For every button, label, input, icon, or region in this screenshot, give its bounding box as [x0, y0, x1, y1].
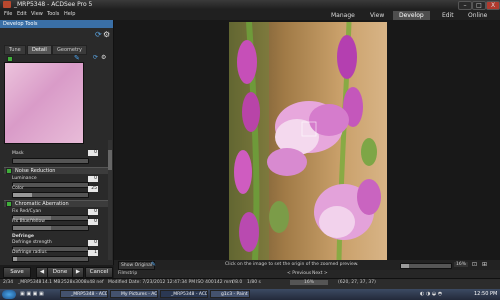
- show-original-button[interactable]: Show Original: [118, 261, 156, 270]
- fit-icon[interactable]: ⊡: [472, 261, 477, 268]
- shutter-speed: 1/80 s: [247, 280, 261, 285]
- detail-preview-window[interactable]: [4, 62, 84, 144]
- image-index: 2/34: [3, 280, 14, 285]
- blue-yellow-label: Fix Blue/Yellow: [12, 219, 45, 224]
- chromatic-aberration-checkbox[interactable]: [6, 201, 12, 207]
- menu-tools[interactable]: Tools: [47, 11, 59, 17]
- window-title: _MRP5348 - ACDSee Pro 5: [14, 1, 93, 8]
- taskbar-item-paint[interactable]: g1c3 - Paint: [210, 290, 250, 298]
- defringe-title: Defringe: [12, 234, 34, 239]
- defringe-strength-value[interactable]: 0: [88, 240, 98, 246]
- maximize-button[interactable]: □: [472, 1, 486, 10]
- flower-photo[interactable]: [229, 22, 387, 260]
- modified-date: Modified Date: 7/23/2012 12:47:34 PM: [108, 280, 196, 285]
- iso-value: ISO 400: [196, 280, 214, 285]
- taskbar-item-mypictures[interactable]: My Pictures - ACDSee ...: [110, 290, 158, 298]
- color-label: Color: [12, 186, 24, 191]
- zoom-indicator: 16%: [290, 280, 329, 285]
- start-button[interactable]: [2, 290, 16, 299]
- blue-yellow-value[interactable]: 0: [88, 219, 98, 225]
- tab-geometry[interactable]: Geometry: [52, 45, 87, 55]
- zoom-level[interactable]: 16%: [454, 262, 469, 267]
- taskbar-item-acdsee-2[interactable]: _MRP5348 - ACDSee ...: [160, 290, 208, 298]
- defringe-radius-slider[interactable]: [12, 256, 89, 262]
- file-size: 14.1 MB: [42, 280, 61, 285]
- red-cyan-value[interactable]: 0: [88, 209, 98, 215]
- settings-small-icon[interactable]: ⚙: [101, 54, 106, 61]
- filmstrip-label[interactable]: Filmstrip: [118, 271, 137, 276]
- actual-size-icon[interactable]: ⊞: [482, 261, 487, 268]
- viewer-hint: Click on the image to set the origin of …: [225, 262, 359, 267]
- taskbar-item-acdsee-1[interactable]: _MRP5348 - ACDSee ...: [60, 290, 108, 298]
- menu-view[interactable]: View: [31, 11, 43, 17]
- aperture: f/8.0: [232, 280, 243, 285]
- tab-tune[interactable]: Tune: [4, 45, 26, 55]
- image-dimensions: 2528x3008x48 nef: [61, 280, 104, 285]
- noise-reduction-checkbox[interactable]: [6, 168, 12, 174]
- chromatic-aberration-section[interactable]: Chromatic Aberration: [4, 200, 108, 207]
- mask-label: Mask: [12, 151, 24, 156]
- image-filename: _MRP5348: [18, 280, 42, 285]
- tab-detail[interactable]: Detail: [27, 45, 52, 55]
- menu-help[interactable]: Help: [64, 11, 75, 17]
- previous-image-button[interactable]: < Previous: [287, 271, 311, 276]
- luminance-label: Luminance: [12, 176, 37, 181]
- panel-header: Develop Tools: [0, 20, 113, 28]
- defringe-radius-label: Defringe radius: [12, 250, 47, 255]
- color-slider[interactable]: [12, 192, 89, 198]
- close-button[interactable]: X: [486, 1, 500, 10]
- pen-tool-icon[interactable]: ✎: [151, 261, 156, 268]
- menu-edit[interactable]: Edit: [17, 11, 27, 17]
- chromatic-aberration-title: Chromatic Aberration: [15, 201, 69, 207]
- color-value[interactable]: 25: [88, 186, 98, 192]
- red-cyan-label: Fix Red/Cyan: [12, 209, 42, 214]
- refresh-small-icon[interactable]: ⟳: [93, 54, 98, 61]
- defringe-radius-value[interactable]: 1: [88, 250, 98, 256]
- mask-slider[interactable]: [12, 158, 89, 164]
- blue-yellow-slider[interactable]: [12, 225, 89, 231]
- gear-icon[interactable]: ⚙: [103, 30, 110, 39]
- acdsee-app-icon: [3, 1, 11, 8]
- tray-icons[interactable]: ◐ ◑ ◒ ◓: [420, 291, 442, 297]
- done-button[interactable]: Done: [47, 267, 73, 278]
- luminance-value[interactable]: 0: [88, 176, 98, 182]
- pixel-coords: (620, 27, 37, 37): [338, 280, 376, 285]
- menu-file[interactable]: File: [4, 11, 12, 17]
- noise-reduction-section[interactable]: Noise Reduction: [4, 167, 108, 174]
- cancel-button[interactable]: Cancel: [85, 267, 113, 278]
- quicklaunch-icons[interactable]: ▣ ▣ ▣ ▣: [20, 291, 44, 297]
- next-image-button[interactable]: Next >: [312, 271, 328, 276]
- focal-length: 142 mm: [214, 280, 233, 285]
- minimize-button[interactable]: –: [458, 1, 472, 10]
- pen-icon[interactable]: ✎: [74, 54, 80, 62]
- mask-value[interactable]: 0: [88, 150, 98, 156]
- refresh-icon[interactable]: ⟳: [95, 30, 102, 39]
- save-button[interactable]: Save: [3, 267, 31, 278]
- panel-scrollbar-thumb[interactable]: [108, 150, 112, 170]
- clock: 12:50 PM: [474, 291, 498, 297]
- defringe-strength-label: Defringe strength: [12, 240, 52, 245]
- noise-reduction-title: Noise Reduction: [15, 168, 56, 174]
- zoom-slider[interactable]: [400, 263, 452, 269]
- next-arrow-button[interactable]: ▶: [72, 267, 84, 278]
- gladiolus-image: [229, 22, 387, 260]
